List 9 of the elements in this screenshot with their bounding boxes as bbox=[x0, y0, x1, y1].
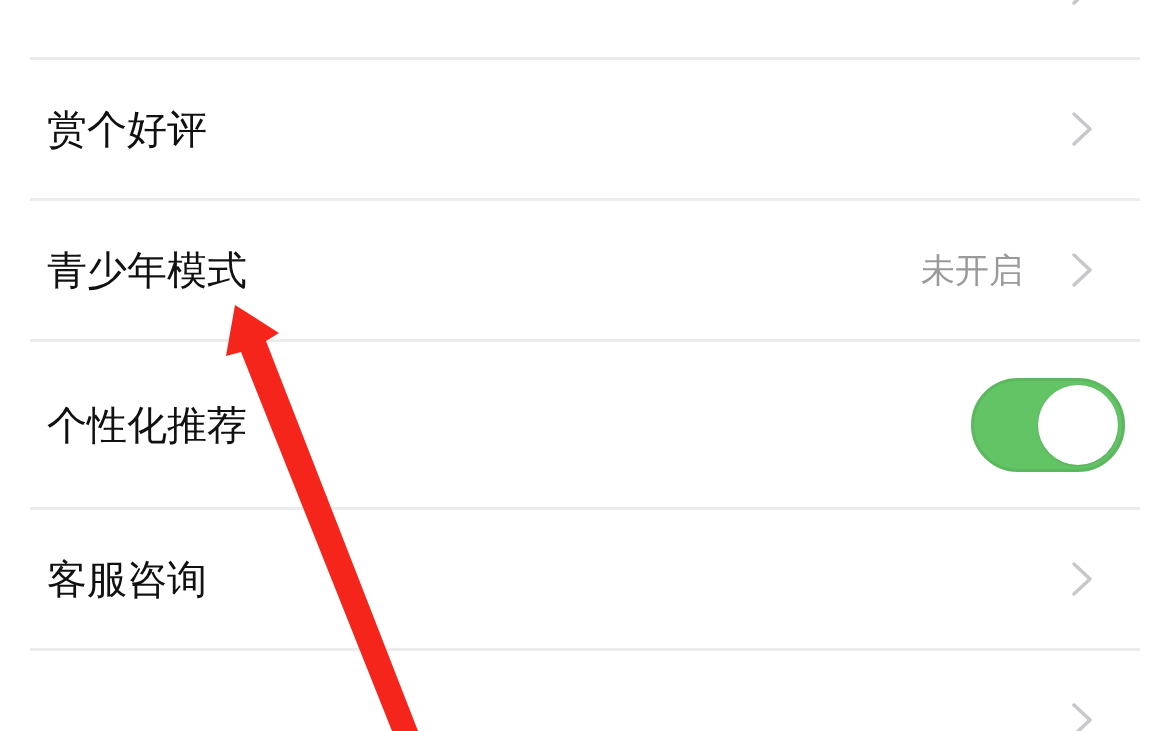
setting-label: 个性化推荐 bbox=[47, 404, 247, 445]
setting-label: 青少年模式 bbox=[47, 250, 247, 290]
chevron-icon bbox=[1071, 561, 1093, 597]
setting-value: 未开启 bbox=[921, 253, 1023, 287]
setting-label: 客服咨询 bbox=[47, 559, 207, 599]
setting-label: 赏个好评 bbox=[47, 109, 207, 149]
chevron-icon bbox=[1071, 252, 1093, 288]
chevron-icon bbox=[1071, 111, 1093, 147]
chevron-icon bbox=[1071, 702, 1093, 731]
